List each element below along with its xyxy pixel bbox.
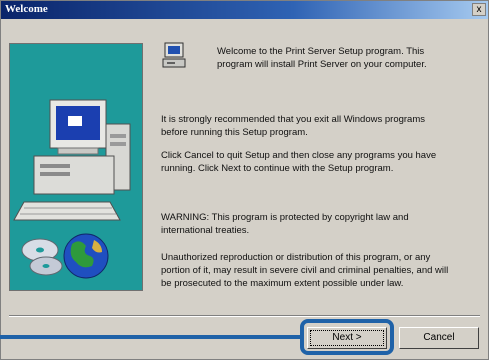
exit-programs-note: It is strongly recommended that you exit… xyxy=(161,114,425,138)
window-title: Welcome xyxy=(5,3,48,15)
cancel-next-instructions: Click Cancel to quit Setup and then clos… xyxy=(161,150,437,174)
setup-window: Welcome x Welcome to the Print Server Se… xyxy=(0,0,489,360)
close-button[interactable]: x xyxy=(472,3,486,16)
setup-illustration-panel xyxy=(9,43,143,291)
setup-computer-icon xyxy=(162,42,186,68)
callout-pointer-line xyxy=(0,335,300,339)
copyright-warning: WARNING: This program is protected by co… xyxy=(161,212,409,236)
welcome-message: Welcome to the Print Server Setup progra… xyxy=(217,46,427,70)
computer-globe-illustration xyxy=(13,99,131,279)
title-bar[interactable]: Welcome x xyxy=(1,1,488,19)
legal-notice: Unauthorized reproduction or distributio… xyxy=(161,252,449,289)
separator-line xyxy=(9,315,480,317)
next-button-highlight xyxy=(300,319,394,355)
cancel-button[interactable]: Cancel xyxy=(399,327,479,349)
